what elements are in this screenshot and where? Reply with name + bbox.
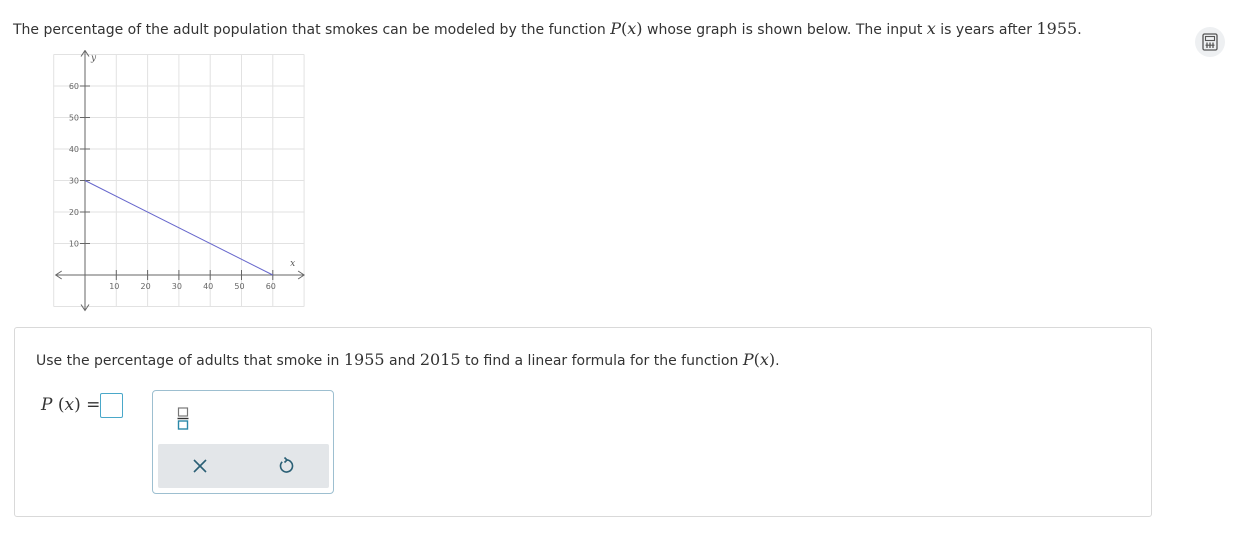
- answer-panel: Use the percentage of adults that smoke …: [14, 327, 1152, 517]
- palette-actions-bar: [158, 444, 329, 488]
- x-tick-label: 30: [172, 282, 182, 291]
- question-text: The percentage of the adult population t…: [13, 19, 1082, 38]
- grid-lines: [53, 54, 305, 307]
- instruction-text: Use the percentage of adults that smoke …: [36, 350, 780, 369]
- x-axis-label: x: [290, 259, 295, 269]
- function-name: P(x): [610, 19, 643, 38]
- answer-input[interactable]: [100, 393, 123, 418]
- y-axis-label: y: [90, 54, 97, 64]
- function-graph: 10 20 30 40 50 60 60 50 40 30 20 10 x y: [53, 50, 306, 312]
- equation-label: P (x) =: [41, 395, 101, 415]
- y-tick-label: 30: [69, 177, 79, 186]
- calculator-button[interactable]: [1195, 27, 1225, 57]
- y-tick-label: 60: [69, 82, 79, 91]
- clear-x-icon: [193, 459, 207, 473]
- x-tick-label: 20: [141, 282, 151, 291]
- fraction-icon: [177, 407, 189, 430]
- x-tick-label: 10: [109, 282, 119, 291]
- y-tick-label: 10: [69, 240, 79, 249]
- undo-button[interactable]: [276, 456, 296, 476]
- tick-marks: [80, 85, 274, 280]
- x-tick-label: 50: [234, 282, 244, 291]
- x-tick-label: 60: [266, 282, 276, 291]
- calculator-icon: [1202, 33, 1218, 51]
- y-tick-label: 20: [69, 208, 79, 217]
- fraction-button[interactable]: [175, 403, 191, 433]
- math-palette: [152, 390, 334, 494]
- y-tick-label: 50: [69, 114, 79, 123]
- clear-button[interactable]: [191, 457, 209, 475]
- undo-icon: [279, 456, 294, 473]
- x-tick-label: 40: [203, 282, 213, 291]
- y-tick-label: 40: [69, 145, 79, 154]
- tick-labels: 10 20 30 40 50 60 60 50 40 30 20 10: [69, 82, 276, 291]
